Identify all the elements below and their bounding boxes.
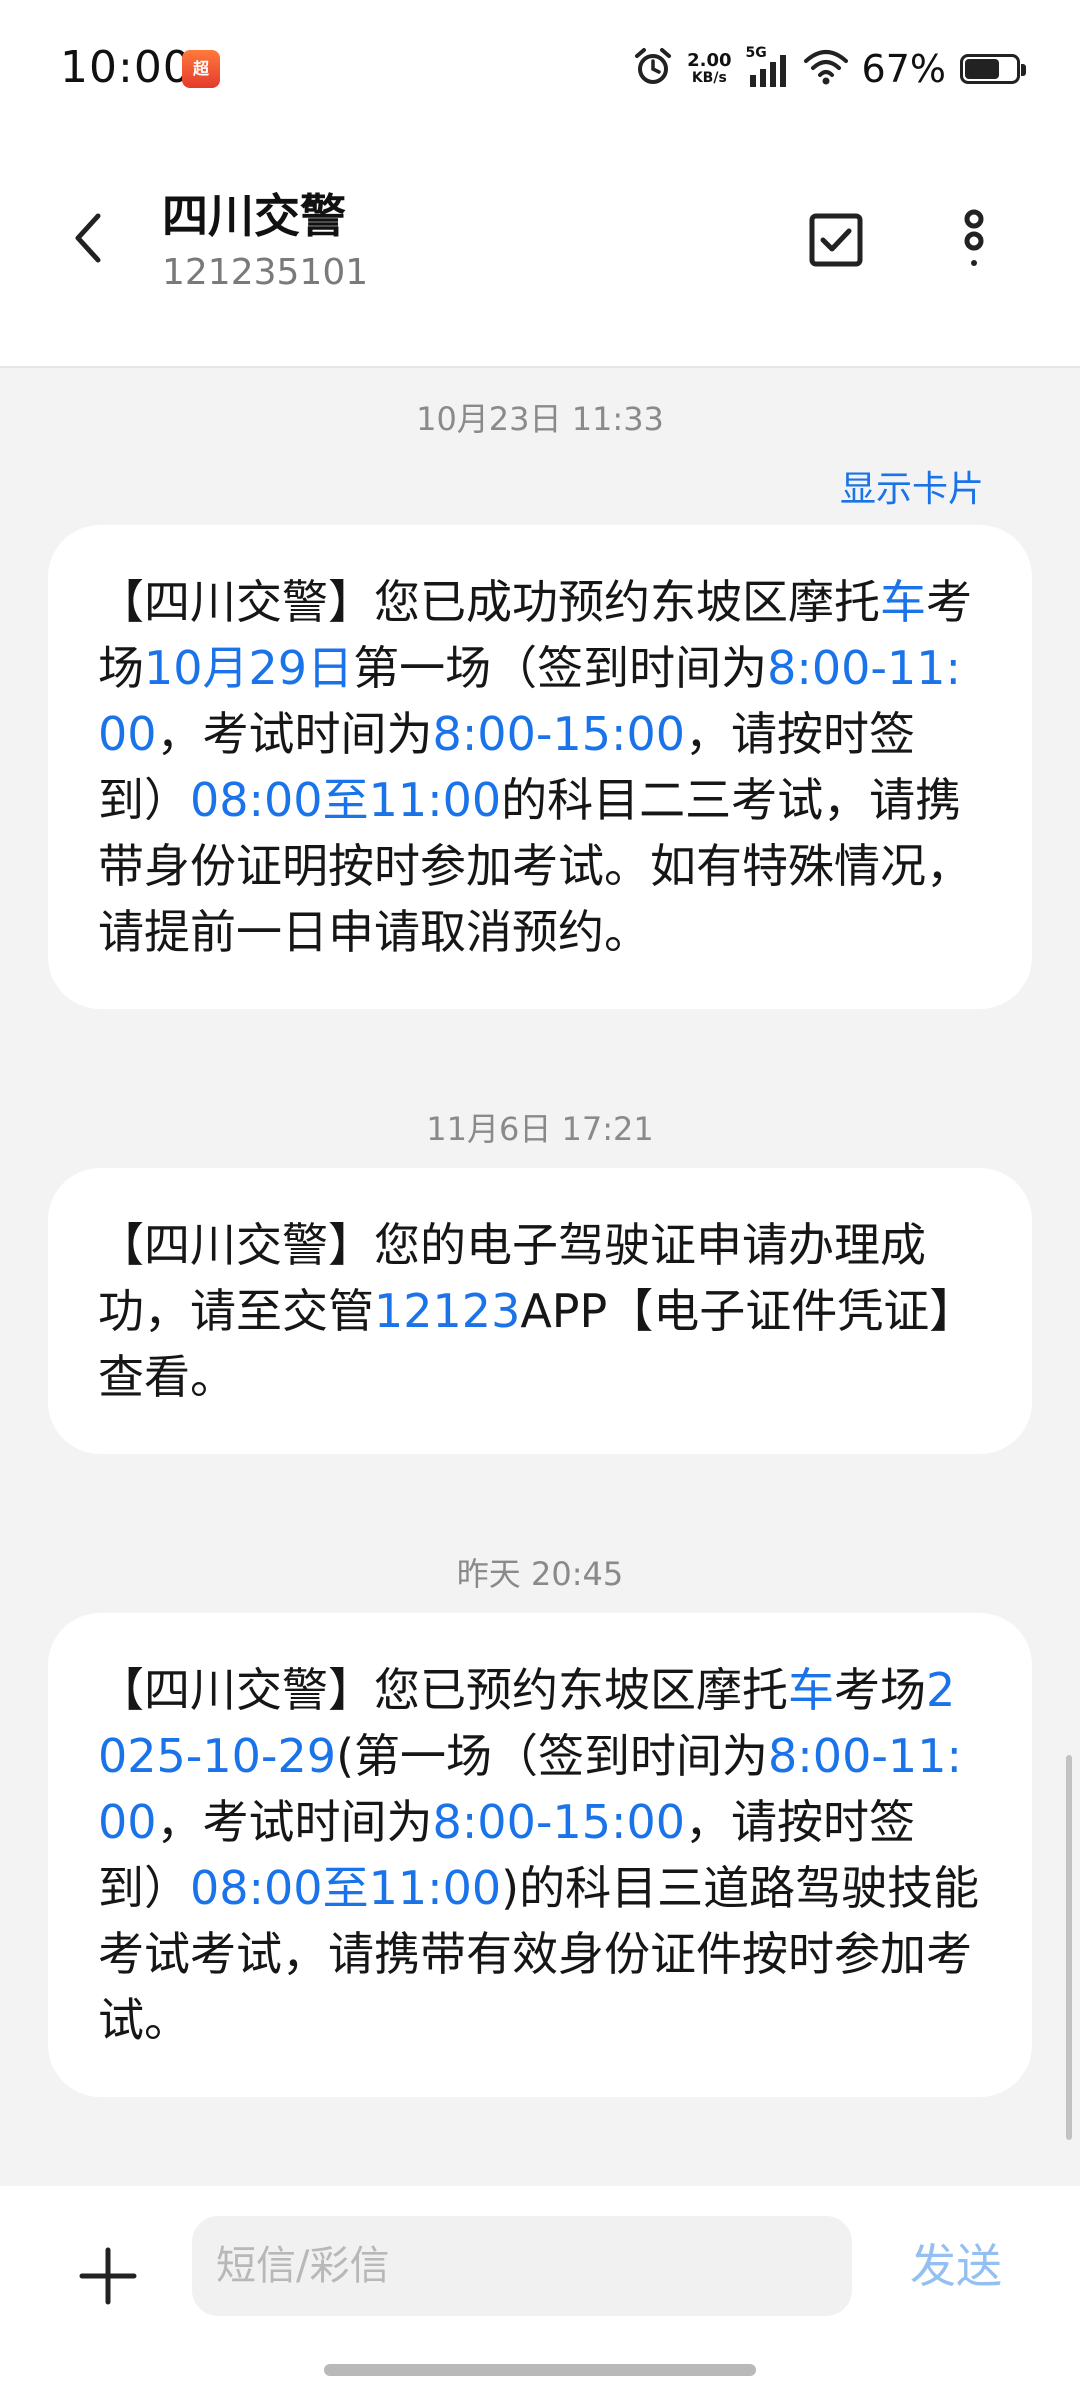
message-text: 【四川交警】您已成功预约东坡区摩托车考场10月29日第一场（签到时间为8:00-…	[98, 569, 982, 965]
back-button[interactable]	[60, 210, 116, 266]
message-text-segment: (第一场（签到时间为	[336, 1729, 769, 1783]
status-time: 10:00	[60, 42, 192, 93]
battery-percent: 67%	[861, 47, 946, 91]
message-text: 【四川交警】您的电子驾驶证申请办理成功，请至交管12123APP【电子证件凭证】…	[98, 1212, 982, 1410]
send-button[interactable]: 发送	[910, 2230, 1002, 2296]
scrollbar[interactable]	[1066, 1755, 1072, 2140]
more-vertical-icon	[964, 209, 984, 266]
add-attachment-button[interactable]	[76, 2244, 140, 2308]
alarm-icon	[633, 47, 673, 91]
status-icons: 2.00 KB/s 5G 67%	[633, 44, 1026, 94]
contact-number: 121235101	[162, 252, 369, 293]
back-arrow-icon	[75, 213, 101, 263]
message-link[interactable]: 车	[880, 575, 926, 629]
message-link[interactable]: 10月29日	[144, 641, 353, 695]
message-text-segment: 【四川交警】您已成功预约东坡区摩托	[98, 575, 880, 629]
message-timestamp: 昨天 20:45	[456, 1555, 624, 1593]
show-card-link[interactable]: 显示卡片	[840, 460, 984, 512]
message-link[interactable]: 车	[788, 1663, 834, 1717]
message-link[interactable]: 8:00-15:00	[433, 1795, 685, 1849]
more-options-button[interactable]	[944, 206, 1004, 276]
battery-level	[965, 59, 999, 79]
signal-icon: 5G	[746, 45, 790, 89]
message-link[interactable]: 8:00-15:00	[433, 707, 685, 761]
message-timestamp: 11月6日 17:21	[426, 1110, 654, 1148]
message-text-segment: 考场	[834, 1663, 926, 1717]
contact-name: 四川交警	[162, 189, 346, 243]
message-bubble[interactable]: 【四川交警】您已预约东坡区摩托车考场2025-10-29(第一场（签到时间为8:…	[48, 1613, 1032, 2097]
message-link[interactable]: 12123	[374, 1284, 520, 1338]
battery-tip	[1021, 64, 1026, 76]
message-link[interactable]: 08:00至11:00	[190, 773, 501, 827]
home-indicator[interactable]	[324, 2364, 756, 2376]
plus-icon	[79, 2247, 137, 2305]
message-text-segment: 【四川交警】您已预约东坡区摩托	[98, 1663, 788, 1717]
message-timestamp: 10月23日 11:33	[416, 400, 664, 438]
status-bar: 10:00 超 2.00 KB/s 5G 67%	[0, 0, 1080, 140]
app-notification-icon: 超	[182, 50, 220, 88]
message-text-segment: ，考试时间为	[156, 707, 433, 761]
wifi-icon	[803, 49, 848, 89]
network-speed-value: 2.00	[687, 50, 732, 71]
message-text: 【四川交警】您已预约东坡区摩托车考场2025-10-29(第一场（签到时间为8:…	[98, 1657, 982, 2053]
message-bubble[interactable]: 【四川交警】您已成功预约东坡区摩托车考场10月29日第一场（签到时间为8:00-…	[48, 525, 1032, 1009]
message-composer: 发送	[0, 2186, 1080, 2400]
message-link[interactable]: 08:00至11:00	[190, 1861, 501, 1915]
network-speed-unit: KB/s	[691, 70, 727, 86]
message-text-segment: 第一场（签到时间为	[353, 641, 768, 695]
message-input[interactable]	[192, 2216, 852, 2316]
checkbox-icon	[809, 213, 863, 267]
select-messages-button[interactable]	[806, 210, 866, 270]
message-bubble[interactable]: 【四川交警】您的电子驾驶证申请办理成功，请至交管12123APP【电子证件凭证】…	[48, 1168, 1032, 1454]
message-text-segment: ，考试时间为	[156, 1795, 433, 1849]
sms-conversation-screen: 10:00 超 2.00 KB/s 5G 67% 四川交警 121235101 …	[0, 0, 1080, 2400]
network-speed: 2.00 KB/s	[687, 50, 732, 87]
battery-icon	[960, 54, 1026, 84]
conversation-header: 四川交警 121235101	[0, 140, 1080, 368]
